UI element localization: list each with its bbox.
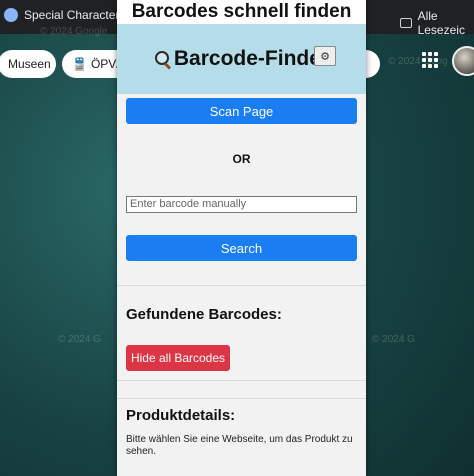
extension-popup: Barcodes schnell finden Barcode-Finder ⚙… xyxy=(117,0,366,476)
hero-title: Barcode-Finder xyxy=(154,47,329,71)
popup-title: Barcodes schnell finden xyxy=(117,0,366,24)
globe-icon xyxy=(4,8,18,22)
bookmark-all-bookmarks[interactable]: Alle Lesezeic xyxy=(400,9,474,37)
apps-grid-icon[interactable] xyxy=(422,52,438,68)
divider xyxy=(117,285,366,286)
train-icon: 🚆 xyxy=(72,57,87,71)
found-barcodes-heading: Gefundene Barcodes: xyxy=(126,306,282,323)
chip-label: Museen xyxy=(8,57,51,71)
barcode-input[interactable]: Enter barcode manually xyxy=(126,196,357,213)
hero-banner: Barcode-Finder ⚙ xyxy=(117,24,366,94)
product-details-heading: Produktdetails: xyxy=(126,407,236,424)
map-watermark: © 2024 G xyxy=(58,334,101,345)
folder-icon xyxy=(400,18,412,28)
chip-museen[interactable]: Museen xyxy=(0,50,56,78)
map-watermark: © 2024 G xyxy=(372,334,415,345)
bookmark-label: Alle Lesezeic xyxy=(417,9,465,37)
search-button[interactable]: Search xyxy=(126,235,357,261)
divider xyxy=(117,380,366,381)
divider xyxy=(117,398,366,399)
magnifier-icon xyxy=(154,50,172,70)
or-separator: OR xyxy=(232,152,251,166)
hide-barcodes-button[interactable]: Hide all Barcodes xyxy=(126,345,230,371)
avatar[interactable] xyxy=(452,46,474,76)
gear-icon: ⚙ xyxy=(320,50,330,63)
map-watermark: © 2024 Google xyxy=(40,26,108,37)
settings-button[interactable]: ⚙ xyxy=(314,46,336,66)
hero-title-text: Barcode-Finder xyxy=(173,47,330,70)
scan-page-button[interactable]: Scan Page xyxy=(126,98,357,124)
product-details-text: Bitte wählen Sie eine Webseite, um das P… xyxy=(126,434,353,457)
bookmark-special-characters[interactable]: Special Characters... xyxy=(4,8,135,22)
